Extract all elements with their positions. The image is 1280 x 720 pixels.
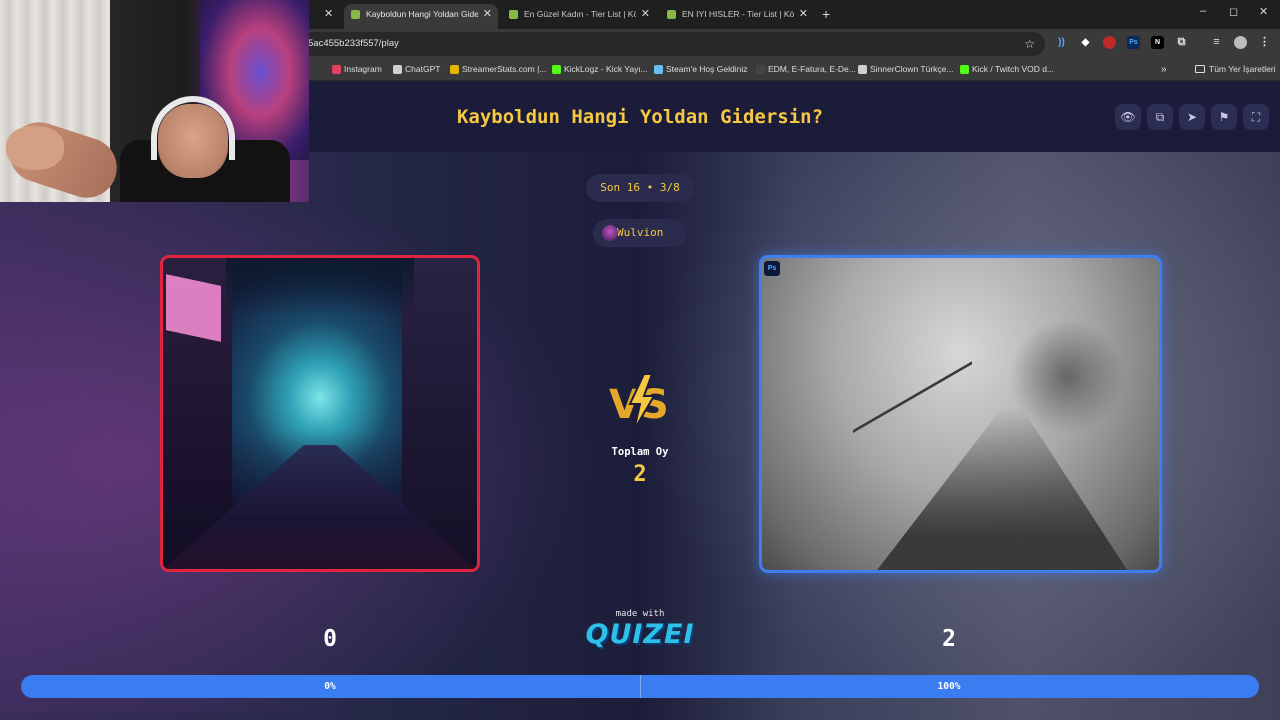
puzzle-extensions-icon[interactable]: ⧉	[1175, 36, 1188, 49]
new-tab-icon[interactable]: +	[822, 4, 830, 24]
share-icon[interactable]: ⧉	[1147, 104, 1173, 130]
streamerstats-icon	[450, 65, 459, 74]
edm-icon	[756, 65, 765, 74]
tab-favicon-icon	[509, 10, 518, 19]
bookmark-label: Steam'e Hoş Geldiniz	[666, 64, 748, 74]
bookmark-edm[interactable]: EDM, E-Fatura, E-De...	[756, 59, 856, 80]
bookmark-label: KickLogz - Kick Yayı...	[564, 64, 648, 74]
choice-right-foggy-bridge[interactable]: Ps	[759, 255, 1162, 573]
close-tab-icon[interactable]: ✕	[483, 4, 492, 25]
bookmark-label: Kick / Twitch VOD d...	[972, 64, 1055, 74]
round-indicator: Son 16 • 3/8	[586, 174, 694, 202]
record-extension-icon[interactable]	[1103, 36, 1116, 49]
flag-icon[interactable]: ⚑	[1211, 104, 1237, 130]
close-tab-icon[interactable]: ✕	[641, 4, 650, 25]
instagram-icon	[332, 65, 341, 74]
bookmark-streamerstats[interactable]: StreamerStats.com |...	[450, 59, 546, 80]
choice-left-cyberpunk-alley[interactable]	[160, 255, 480, 572]
chrome-menu-icon[interactable]: ⋮	[1258, 36, 1271, 49]
overhead-structure	[225, 258, 415, 314]
address-bar[interactable]: 5ac455b233f557/play ☆	[300, 32, 1045, 56]
total-votes-value: 2	[633, 462, 647, 487]
progress-divider	[640, 675, 641, 698]
bookmark-label: Instagram	[344, 64, 382, 74]
bookmark-steam[interactable]: Steam'e Hoş Geldiniz	[654, 59, 747, 80]
steam-icon	[654, 65, 663, 74]
all-bookmarks-button[interactable]: Tüm Yer İşaretleri	[1195, 59, 1276, 80]
streamer-hand	[6, 126, 64, 170]
bookmark-label: StreamerStats.com |...	[462, 64, 547, 74]
vs-icon: VS	[609, 373, 669, 431]
chatgpt-icon	[393, 65, 402, 74]
right-percent: 100%	[937, 681, 961, 692]
bookmark-star-icon[interactable]: ☆	[1024, 32, 1035, 56]
profile-avatar-icon[interactable]	[1234, 36, 1247, 49]
tab-label: En Güzel Kadın - Tier List | Kör S	[524, 9, 636, 19]
bookmark-kick-twitch-vod[interactable]: Kick / Twitch VOD d...	[960, 59, 1054, 80]
send-icon[interactable]: ➤	[1179, 104, 1205, 130]
tab-favicon-icon	[667, 10, 676, 19]
vote-progress-bar: 0% 100%	[21, 675, 1259, 698]
photoshop-extension-icon[interactable]: Ps	[1127, 36, 1140, 49]
left-percent: 0%	[324, 681, 336, 692]
bookmark-chatgpt[interactable]: ChatGPT	[393, 59, 440, 80]
bookmark-instagram[interactable]: Instagram	[332, 59, 382, 80]
diamond-extension-icon[interactable]: ◆	[1079, 36, 1092, 49]
kicklogz-icon	[552, 65, 561, 74]
bookmark-label: EDM, E-Fatura, E-De...	[768, 64, 856, 74]
maximize-icon[interactable]: ◻	[1229, 5, 1238, 18]
bookmark-label: SinnerClown Türkçe...	[870, 64, 954, 74]
tab-label: Kayboldun Hangi Yoldan Gidersin?	[366, 9, 478, 19]
minimize-icon[interactable]: –	[1200, 5, 1206, 17]
total-votes-label: Toplam Oy	[611, 446, 669, 458]
speech-extension-icon[interactable]: ))	[1055, 36, 1068, 49]
eye-icon[interactable]: 👁	[1115, 104, 1141, 130]
bookmark-kicklogz[interactable]: KickLogz - Kick Yayı...	[552, 59, 648, 80]
tab-tier-list-1[interactable]: En Güzel Kadın - Tier List | Kör S ✕	[502, 4, 656, 29]
media-controls-icon[interactable]: ≡	[1210, 36, 1223, 49]
fullscreen-icon[interactable]: ⛶	[1243, 104, 1269, 130]
kick-icon	[960, 65, 969, 74]
right-score: 2	[942, 626, 956, 652]
made-with-label: made with	[615, 609, 665, 619]
all-bookmarks-label: Tüm Yer İşaretleri	[1209, 64, 1276, 74]
tab-active[interactable]: Kayboldun Hangi Yoldan Gidersin? ✕	[344, 4, 498, 29]
photoshop-badge-icon: Ps	[764, 261, 780, 276]
user-badge[interactable]: Wulvion	[593, 219, 687, 247]
quizei-logo[interactable]: QUIZEI	[560, 619, 720, 650]
url-text: 5ac455b233f557/play	[308, 38, 399, 49]
avatar	[602, 225, 618, 241]
folder-icon	[1195, 65, 1205, 73]
tab-label: EN IYI HISLER - Tier List | Kör Sı	[682, 9, 794, 19]
webcam-overlay	[0, 0, 309, 202]
left-score: 0	[323, 626, 337, 652]
notion-extension-icon[interactable]: N	[1151, 36, 1164, 49]
tab-favicon-icon	[351, 10, 360, 19]
bookmark-sinnerclown[interactable]: SinnerClown Türkçe...	[858, 59, 953, 80]
bookmark-label: ChatGPT	[405, 64, 441, 74]
tab-tier-list-2[interactable]: EN IYI HISLER - Tier List | Kör Sı ✕	[660, 4, 814, 29]
user-name: Wulvion	[617, 226, 664, 239]
close-tab-icon[interactable]: ✕	[799, 4, 808, 25]
bookmarks-overflow-icon[interactable]: »	[1161, 59, 1167, 80]
close-tab-icon[interactable]: ✕	[324, 4, 333, 25]
sinnerclown-icon	[858, 65, 867, 74]
neon-sign	[166, 274, 221, 342]
close-window-icon[interactable]: ✕	[1259, 5, 1268, 18]
